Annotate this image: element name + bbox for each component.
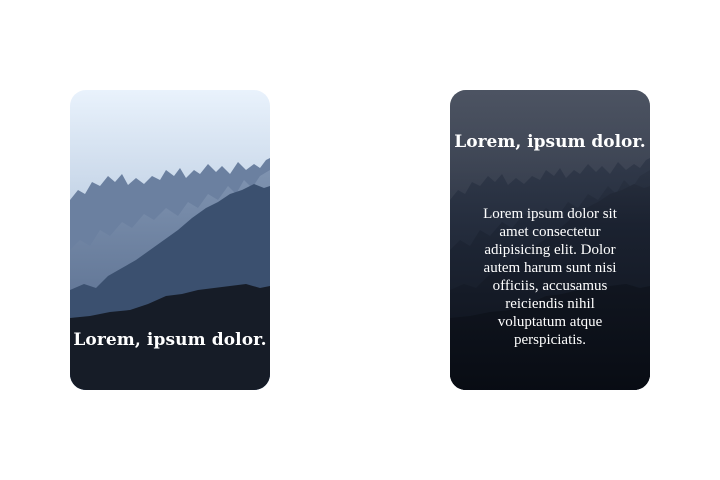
card-1[interactable]: Lorem, ipsum dolor.: [70, 90, 270, 390]
card-title: Lorem, ipsum dolor.: [73, 330, 267, 350]
card-description: Lorem ipsum dolor sit amet consectetur a…: [483, 206, 617, 348]
page: Lorem, ipsum dolor. Lorem, ipsum dolor. …: [0, 0, 720, 480]
card-title: Lorem, ipsum dolor.: [454, 132, 646, 152]
card-2[interactable]: Lorem, ipsum dolor. Lorem ipsum dolor si…: [450, 90, 650, 390]
